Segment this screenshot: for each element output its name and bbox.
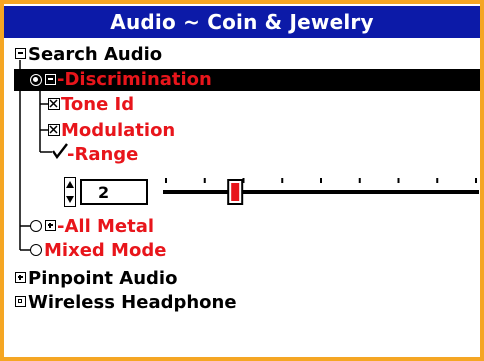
slider-tick <box>397 178 400 183</box>
tree-item-modulation[interactable]: Modulation <box>61 118 175 142</box>
tree-item-discrimination[interactable]: -Discrimination <box>57 67 212 91</box>
checkbox-x-icon[interactable] <box>48 98 60 110</box>
arrow-up-icon[interactable] <box>66 181 74 188</box>
slider-tick <box>358 178 361 183</box>
slider-tick <box>320 178 322 183</box>
tree-item-range[interactable]: -Range <box>67 142 138 166</box>
slider-tick <box>281 178 284 183</box>
slider-tick <box>475 178 477 183</box>
tree-item-pinpoint-audio[interactable]: Pinpoint Audio <box>28 266 177 290</box>
slider-thumb-fill <box>231 183 240 201</box>
range-value-field[interactable]: 2 <box>80 179 148 205</box>
expand-icon[interactable] <box>45 220 56 231</box>
tree-item-label: Tone Id <box>61 93 135 115</box>
tree-item-label: -All Metal <box>57 215 155 237</box>
tree-item-label: -Range <box>67 143 139 165</box>
tree-item-label: Wireless Headphone <box>28 291 237 313</box>
tree-item-label: -Discrimination <box>57 68 212 90</box>
checkmark-icon[interactable] <box>52 143 68 159</box>
audio-tree: Search Audio -Discrimination Tone Id Mod… <box>0 0 484 361</box>
range-stepper[interactable] <box>64 177 76 207</box>
radio-selected-icon[interactable] <box>30 74 42 86</box>
slider-tick <box>165 178 167 183</box>
expand-icon[interactable] <box>15 272 26 283</box>
square-box-icon[interactable] <box>15 296 26 307</box>
range-slider[interactable] <box>163 176 479 208</box>
radio-icon[interactable] <box>30 220 42 232</box>
slider-tick <box>436 178 439 183</box>
tree-item-label: Search Audio <box>28 43 163 65</box>
tree-item-tone-id[interactable]: Tone Id <box>61 92 134 116</box>
tree-item-label: Pinpoint Audio <box>28 267 178 289</box>
tree-item-all-metal[interactable]: -All Metal <box>57 214 154 238</box>
range-value: 2 <box>98 182 110 202</box>
tree-item-mixed-mode[interactable]: Mixed Mode <box>44 238 166 262</box>
checkbox-x-icon[interactable] <box>48 124 60 136</box>
tree-item-label: Modulation <box>61 119 176 141</box>
tree-item-label: Mixed Mode <box>44 239 167 261</box>
tree-item-wireless-headphone[interactable]: Wireless Headphone <box>28 290 237 314</box>
collapse-icon[interactable] <box>45 74 56 85</box>
slider-track[interactable] <box>163 190 479 194</box>
collapse-icon[interactable] <box>15 48 26 59</box>
radio-icon[interactable] <box>30 244 42 256</box>
tree-item-search-audio[interactable]: Search Audio <box>28 42 162 66</box>
arrow-down-icon[interactable] <box>66 196 74 203</box>
slider-tick <box>203 178 206 183</box>
